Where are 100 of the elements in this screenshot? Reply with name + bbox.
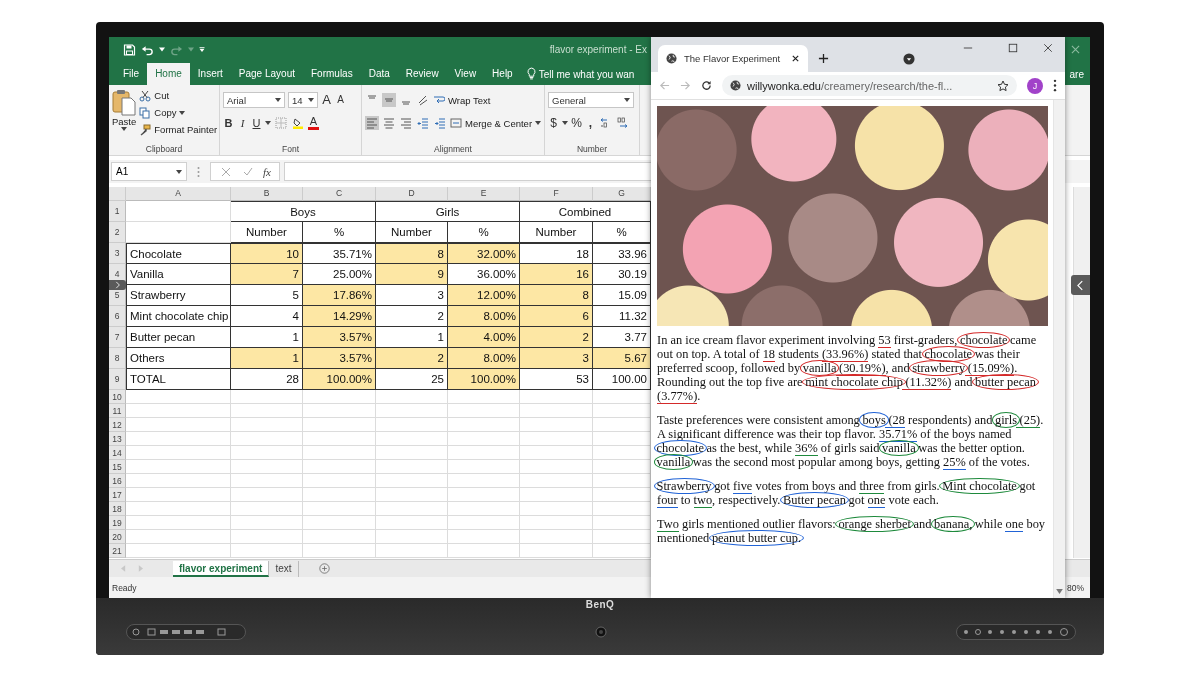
comma-button[interactable]: , [585, 116, 596, 130]
align-center-icon[interactable] [382, 116, 396, 130]
ribbon-tab[interactable]: Help [484, 63, 521, 85]
column-header[interactable]: E [448, 187, 520, 201]
scroll-down-icon[interactable] [1056, 589, 1063, 594]
percent-button[interactable]: % [571, 116, 582, 130]
font-size-dropdown[interactable]: 14 [288, 92, 318, 108]
decrease-indent-icon[interactable] [416, 116, 430, 130]
group-header-cell: Boys [231, 201, 376, 222]
save-icon[interactable] [123, 43, 136, 56]
fill-color-icon[interactable] [291, 116, 305, 130]
tab-search-icon[interactable] [903, 53, 915, 65]
font-name-dropdown[interactable]: Arial [223, 92, 285, 108]
address-bar[interactable]: willywonka.edu/creamery/research/the-fl... [722, 75, 1017, 96]
reload-icon[interactable] [701, 80, 712, 91]
name-box[interactable]: A1 [111, 162, 187, 181]
clipboard-icon [112, 88, 137, 116]
add-sheet-icon[interactable] [318, 563, 330, 574]
table-cell: 14.29% [303, 306, 376, 327]
number-format-dropdown[interactable]: General [548, 92, 634, 108]
row-number[interactable]: 3 [114, 248, 120, 258]
row-number[interactable]: 6 [114, 311, 120, 321]
page-scrollbar[interactable] [1053, 100, 1065, 598]
forward-icon[interactable] [680, 80, 691, 91]
copy-icon [139, 106, 152, 119]
browser-tab[interactable]: The Flavor Experiment [658, 45, 808, 72]
ribbon-tab[interactable]: File [115, 63, 148, 85]
workbook-title: flavor experiment - Ex [549, 44, 647, 55]
middle-align-icon[interactable] [382, 93, 396, 107]
caret-icon [121, 127, 128, 131]
font-color-button[interactable]: A [308, 116, 319, 130]
table-cell: 32.00% [448, 243, 520, 264]
column-header[interactable]: F [520, 187, 593, 201]
undo-icon[interactable] [141, 43, 154, 56]
column-header[interactable]: B [231, 187, 303, 201]
customize-caret-icon[interactable] [199, 47, 205, 52]
column-header[interactable]: C [303, 187, 376, 201]
ribbon-tab[interactable]: Page Layout [230, 63, 303, 85]
underline-button[interactable]: U [251, 116, 262, 130]
side-panel-button[interactable] [109, 280, 126, 290]
caret-icon[interactable] [159, 47, 165, 52]
cut-button[interactable]: Cut [139, 88, 218, 103]
decrease-font-size-button[interactable]: A [335, 93, 346, 107]
close-icon[interactable] [1043, 43, 1053, 53]
table-cell: Butter pecan [126, 327, 231, 348]
copy-button[interactable]: Copy [139, 105, 218, 120]
ribbon-tab[interactable]: Home [147, 63, 190, 85]
redo-icon[interactable] [170, 43, 183, 56]
row-number[interactable]: 8 [114, 353, 120, 363]
bookmark-star-icon[interactable] [997, 79, 1009, 92]
close-icon[interactable] [791, 54, 800, 63]
orientation-icon[interactable] [416, 93, 430, 107]
ribbon-tab[interactable]: Formulas [303, 63, 361, 85]
formula-input[interactable] [283, 162, 651, 181]
menu-icon[interactable] [1053, 79, 1057, 92]
format-painter-button[interactable]: Format Painter [139, 122, 218, 137]
row-number[interactable]: 5 [114, 290, 120, 300]
paste-button[interactable]: Paste [112, 88, 137, 144]
zoom-level[interactable]: 80% [1067, 582, 1084, 593]
table-cell: 53 [520, 369, 593, 390]
merge-center-button[interactable]: Merge & Center [450, 115, 542, 131]
increase-indent-icon[interactable] [433, 116, 447, 130]
sheet-tab[interactable]: text [269, 560, 299, 577]
profile-avatar[interactable]: J [1027, 77, 1043, 94]
group-label: Number [575, 144, 609, 154]
vertical-scrollbar[interactable] [1073, 187, 1090, 558]
sheet-tab[interactable]: flavor experiment [173, 560, 270, 577]
new-tab-icon[interactable] [818, 53, 829, 64]
tell-me-search[interactable]: Tell me what you wan [538, 64, 635, 85]
row-number[interactable]: 7 [114, 332, 120, 342]
italic-button[interactable]: I [237, 116, 248, 130]
ribbon-tab[interactable]: Data [360, 63, 398, 85]
row-number[interactable]: 9 [114, 374, 120, 384]
side-panel-button[interactable] [1071, 275, 1090, 295]
decrease-decimal-icon[interactable] [616, 116, 630, 130]
column-header[interactable]: A [126, 187, 231, 201]
merge-icon [450, 117, 462, 129]
column-header[interactable]: D [376, 187, 448, 201]
insert-function-button[interactable]: fx [263, 165, 271, 178]
row-number[interactable]: 2 [114, 227, 120, 237]
maximize-icon[interactable] [1008, 43, 1018, 53]
align-right-icon[interactable] [399, 116, 413, 130]
caret-icon [275, 98, 281, 102]
currency-button[interactable]: $ [548, 116, 559, 130]
chevron-left-icon [1077, 279, 1084, 291]
increase-font-size-button[interactable]: A [321, 93, 332, 107]
row-number[interactable]: 4 [114, 269, 120, 279]
ribbon-tab[interactable]: View [446, 63, 485, 85]
table-cell: 12.00% [448, 285, 520, 306]
wrap-text-button[interactable]: Wrap Text [433, 92, 491, 108]
align-left-icon[interactable] [365, 116, 379, 130]
ribbon-tab[interactable]: Insert [189, 63, 231, 85]
ribbon-tab[interactable]: Review [397, 63, 447, 85]
share-button[interactable]: are [1069, 64, 1084, 85]
caret-icon[interactable] [265, 121, 271, 125]
back-icon[interactable] [659, 80, 670, 91]
caret-icon[interactable] [562, 121, 568, 125]
row-number[interactable]: 1 [114, 206, 120, 216]
column-header[interactable]: G [593, 187, 651, 201]
bold-button[interactable]: B [223, 116, 234, 130]
